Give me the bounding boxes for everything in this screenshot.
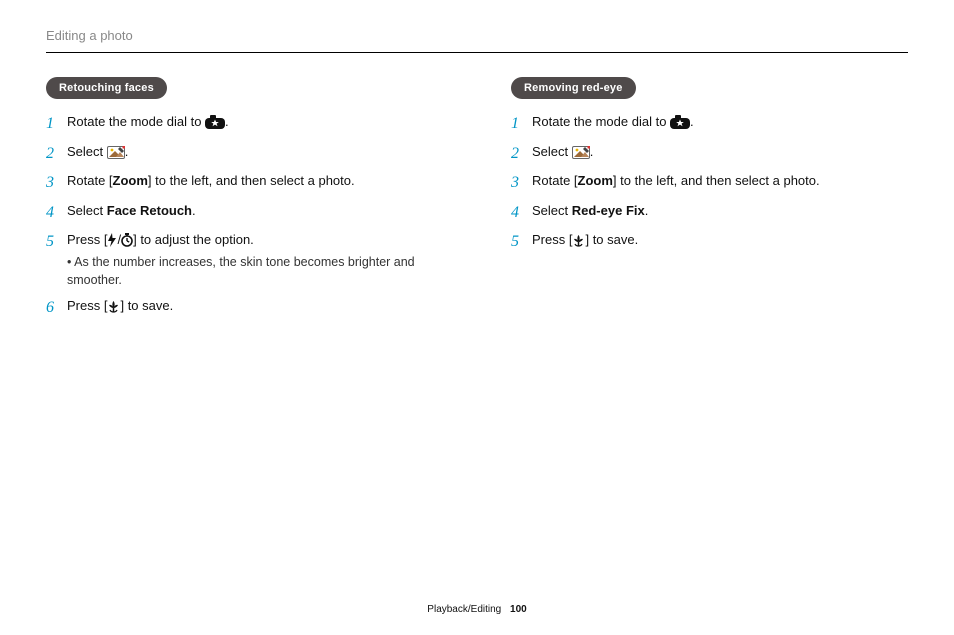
step-text: Rotate the mode dial to . <box>532 113 694 132</box>
step-number: 3 <box>46 172 58 194</box>
bold-text: Zoom <box>113 173 148 188</box>
bold-text: Red-eye Fix <box>572 203 645 218</box>
step-body: Select . <box>532 143 593 162</box>
step-number: 1 <box>511 113 523 135</box>
step-text: Press [] to save. <box>67 297 173 316</box>
step-subnote: As the number increases, the skin tone b… <box>67 253 443 289</box>
column-left: Retouching faces 1 Rotate the mode dial t… <box>46 77 443 328</box>
step-item: 1 Rotate the mode dial to . <box>46 113 443 135</box>
step-body: Rotate [Zoom] to the left, and then sele… <box>532 172 820 191</box>
step-body: Press [/] to adjust the option. As the nu… <box>67 231 443 289</box>
step-body: Select . <box>67 143 128 162</box>
step-text: Rotate [Zoom] to the left, and then sele… <box>532 172 820 191</box>
edit-image-icon <box>572 144 590 159</box>
content-columns: Retouching faces 1 Rotate the mode dial t… <box>46 77 908 328</box>
column-right: Removing red-eye 1 Rotate the mode dial t… <box>511 77 908 328</box>
step-number: 4 <box>511 202 523 224</box>
steps-left: 1 Rotate the mode dial to . 2 Select . 3 Rota… <box>46 113 443 319</box>
step-number: 1 <box>46 113 58 135</box>
step-item: 6 Press [] to save. <box>46 297 443 319</box>
step-text: Rotate the mode dial to . <box>67 113 229 132</box>
timer-icon <box>121 232 133 247</box>
camera-star-icon <box>205 114 225 129</box>
step-item: 1 Rotate the mode dial to . <box>511 113 908 135</box>
step-number: 5 <box>46 231 58 253</box>
step-body: Select Face Retouch. <box>67 202 196 221</box>
step-text: Select . <box>532 143 593 162</box>
step-body: Rotate [Zoom] to the left, and then sele… <box>67 172 355 191</box>
flash-icon <box>107 232 117 247</box>
pill-removing-red-eye: Removing red-eye <box>511 77 636 100</box>
step-item: 2 Select . <box>46 143 443 165</box>
step-text: Select Face Retouch. <box>67 202 196 221</box>
camera-star-icon <box>670 114 690 129</box>
step-number: 5 <box>511 231 523 253</box>
step-text: Rotate [Zoom] to the left, and then sele… <box>67 172 355 191</box>
pill-retouching-faces: Retouching faces <box>46 77 167 100</box>
step-text: Select . <box>67 143 128 162</box>
step-item: 5 Press [] to save. <box>511 231 908 253</box>
step-item: 4 Select Face Retouch. <box>46 202 443 224</box>
bold-text: Zoom <box>578 173 613 188</box>
step-body: Rotate the mode dial to . <box>532 113 694 132</box>
steps-right: 1 Rotate the mode dial to . 2 Select . 3 Rota… <box>511 113 908 253</box>
footer-page-number: 100 <box>510 604 527 615</box>
step-text: Press [/] to adjust the option. <box>67 231 443 250</box>
step-item: 3 Rotate [Zoom] to the left, and then sel… <box>46 172 443 194</box>
step-body: Press [] to save. <box>532 231 638 250</box>
footer-section: Playback/Editing <box>427 604 501 615</box>
footer: Playback/Editing 100 <box>46 602 908 635</box>
macro-icon <box>107 298 120 313</box>
step-body: Select Red-eye Fix. <box>532 202 648 221</box>
step-body: Press [] to save. <box>67 297 173 316</box>
step-number: 3 <box>511 172 523 194</box>
step-item: 5 Press [/] to adjust the option. As the n… <box>46 231 443 289</box>
edit-image-icon <box>107 144 125 159</box>
step-text: Press [] to save. <box>532 231 638 250</box>
step-item: 3 Rotate [Zoom] to the left, and then sel… <box>511 172 908 194</box>
step-number: 4 <box>46 202 58 224</box>
step-item: 4 Select Red-eye Fix. <box>511 202 908 224</box>
step-number: 2 <box>46 143 58 165</box>
step-text: Select Red-eye Fix. <box>532 202 648 221</box>
step-item: 2 Select . <box>511 143 908 165</box>
step-body: Rotate the mode dial to . <box>67 113 229 132</box>
page-title: Editing a photo <box>46 26 908 53</box>
bold-text: Face Retouch <box>107 203 192 218</box>
macro-icon <box>572 232 585 247</box>
step-number: 2 <box>511 143 523 165</box>
step-number: 6 <box>46 297 58 319</box>
